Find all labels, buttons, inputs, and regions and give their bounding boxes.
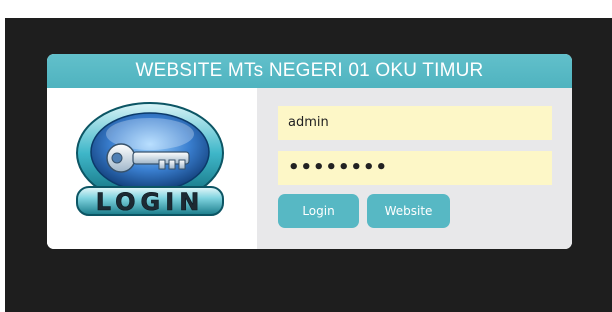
logo-area: LOGIN bbox=[47, 88, 257, 249]
login-form: admin •••••••• Login Website bbox=[257, 88, 572, 249]
login-panel: WEBSITE MTs NEGERI 01 OKU TIMUR LOGIN ad… bbox=[47, 54, 572, 249]
username-input[interactable]: admin bbox=[278, 106, 552, 140]
login-logo: LOGIN bbox=[76, 102, 224, 216]
password-input[interactable]: •••••••• bbox=[278, 151, 552, 185]
logo-text: LOGIN bbox=[96, 188, 205, 216]
login-button[interactable]: Login bbox=[278, 194, 359, 228]
panel-title: WEBSITE MTs NEGERI 01 OKU TIMUR bbox=[47, 54, 572, 88]
website-button[interactable]: Website bbox=[367, 194, 450, 228]
